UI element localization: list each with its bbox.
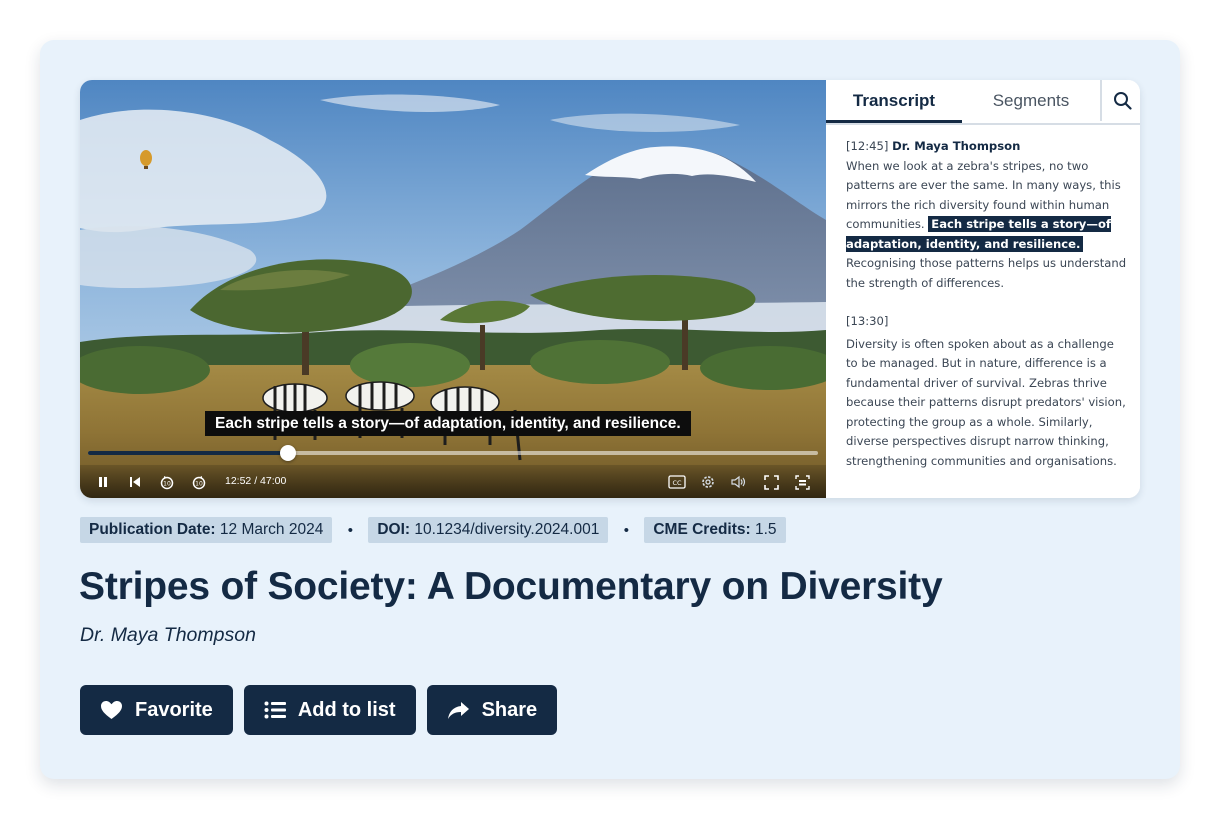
tab-segments[interactable]: Segments (962, 80, 1100, 121)
svg-text:CC: CC (672, 479, 682, 487)
separator-dot: • (347, 521, 353, 539)
rewind-10-icon[interactable]: 10 (156, 471, 178, 493)
transcript-entry[interactable]: [12:45] Dr. Maya Thompson When we look a… (846, 137, 1128, 293)
pause-icon[interactable] (92, 471, 114, 493)
list-icon (264, 701, 286, 719)
action-buttons: Favorite Add to list Share (80, 685, 558, 735)
cme-credits-tag: CME Credits: 1.5 (644, 517, 786, 543)
publication-date-value: 12 March 2024 (219, 521, 324, 538)
cme-credits-label: CME Credits: (653, 521, 751, 538)
playback-time: 12:52 / 47:00 (225, 475, 287, 487)
fullscreen-icon[interactable] (760, 471, 782, 493)
doi-value: 10.1234/diversity.2024.001 (414, 521, 600, 538)
transcript-speaker: Dr. Maya Thompson (892, 139, 1021, 153)
publication-date-tag: Publication Date: 12 March 2024 (80, 517, 333, 543)
volume-icon[interactable] (728, 471, 750, 493)
transcript-timestamp[interactable]: [12:45] (846, 139, 888, 153)
player-controls: 10 10 12:52 / 47:00 CC (80, 465, 826, 498)
transcript-text: Diversity is often spoken about as a cha… (846, 336, 1126, 468)
add-to-list-label: Add to list (297, 698, 396, 721)
video-caption: Each stripe tells a story—of adaptation,… (205, 411, 691, 436)
picture-in-picture-icon[interactable] (791, 471, 813, 493)
add-to-list-button[interactable]: Add to list (243, 685, 416, 735)
transcript-text: Recognising those patterns helps us unde… (846, 256, 1127, 290)
metadata-row: Publication Date: 12 March 2024 • DOI: 1… (80, 517, 786, 543)
progress-thumb[interactable] (280, 445, 297, 461)
cme-credits-value: 1.5 (755, 521, 777, 538)
search-icon[interactable] (1100, 80, 1140, 121)
tab-transcript[interactable]: Transcript (826, 80, 962, 123)
svg-text:10: 10 (163, 481, 171, 488)
page-title: Stripes of Society: A Documentary on Div… (79, 565, 943, 608)
video-viewport[interactable]: Each stripe tells a story—of adaptation,… (80, 80, 826, 498)
progress-bar[interactable] (88, 445, 818, 461)
progress-fill (88, 451, 289, 455)
favorite-button[interactable]: Favorite (80, 685, 233, 735)
settings-gear-icon[interactable] (697, 471, 719, 493)
transcript-panel: Transcript Segments [12:45] Dr. Maya Tho… (826, 80, 1140, 498)
panel-tabs: Transcript Segments (826, 80, 1140, 125)
transcript-timestamp[interactable]: [13:30] (846, 314, 888, 328)
media-card: Each stripe tells a story—of adaptation,… (40, 40, 1180, 779)
share-button[interactable]: Share (426, 685, 558, 735)
transcript-entry[interactable]: [13:30] Diversity is often spoken about … (846, 312, 1128, 471)
doi-tag: DOI: 10.1234/diversity.2024.001 (368, 517, 609, 543)
skip-back-icon[interactable] (124, 471, 146, 493)
favorite-label: Favorite (135, 698, 213, 721)
transcript-body: [12:45] Dr. Maya Thompson When we look a… (846, 137, 1128, 471)
svg-text:10: 10 (195, 481, 203, 488)
author-name: Dr. Maya Thompson (80, 624, 256, 646)
heart-icon (101, 701, 122, 719)
share-label: Share (481, 698, 538, 721)
forward-10-icon[interactable]: 10 (188, 471, 210, 493)
media-player: Each stripe tells a story—of adaptation,… (80, 80, 1140, 498)
doi-label: DOI: (377, 521, 411, 538)
closed-captions-icon[interactable]: CC (666, 471, 688, 493)
publication-date-label: Publication Date: (89, 521, 216, 538)
separator-dot: • (623, 521, 629, 539)
share-arrow-icon (447, 701, 469, 719)
